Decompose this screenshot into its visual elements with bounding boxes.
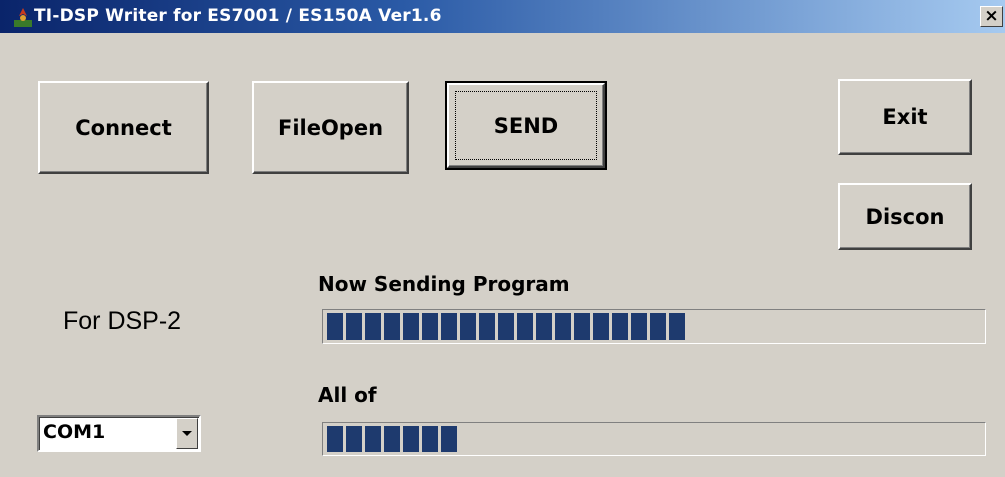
progress-block	[479, 313, 495, 340]
progress-block	[650, 313, 666, 340]
progress-block	[346, 313, 362, 340]
app-icon	[12, 6, 34, 28]
window-title: TI-DSP Writer for ES7001 / ES150A Ver1.6	[34, 6, 442, 26]
progress-block	[536, 313, 552, 340]
send-button[interactable]: SEND	[445, 81, 607, 170]
progress-block	[384, 426, 400, 452]
progress-block	[365, 313, 381, 340]
connect-button[interactable]: Connect	[38, 81, 209, 174]
focus-rectangle	[455, 91, 597, 160]
progress-block	[517, 313, 533, 340]
close-button[interactable]: ×	[980, 6, 1003, 27]
target-dsp-label: For DSP-2	[63, 307, 182, 335]
com-port-value: COM1	[43, 421, 106, 443]
progress-block	[669, 313, 685, 340]
progress-block	[460, 313, 476, 340]
progress-block	[403, 313, 419, 340]
progress-block	[403, 426, 419, 452]
file-open-button-label: FileOpen	[277, 115, 384, 140]
progress-block	[612, 313, 628, 340]
now-sending-label: Now Sending Program	[318, 272, 570, 296]
progress-block	[365, 426, 381, 452]
exit-button[interactable]: Exit	[838, 79, 972, 155]
exit-button-label: Exit	[882, 105, 928, 129]
progress-block	[631, 313, 647, 340]
chevron-down-icon[interactable]	[176, 418, 198, 449]
progress-block	[441, 313, 457, 340]
progress-block	[422, 426, 438, 452]
progress-block	[346, 426, 362, 452]
progress-block	[555, 313, 571, 340]
all-of-label: All of	[318, 383, 377, 407]
file-open-button[interactable]: FileOpen	[252, 81, 409, 174]
title-bar: TI-DSP Writer for ES7001 / ES150A Ver1.6…	[0, 0, 1005, 33]
discon-button-label: Discon	[865, 204, 945, 229]
progress-block	[384, 313, 400, 340]
all-of-progress-bar	[322, 422, 986, 456]
progress-block	[574, 313, 590, 340]
progress-block	[327, 426, 343, 452]
com-port-select[interactable]: COM1	[37, 415, 201, 452]
progress-block	[498, 313, 514, 340]
progress-block	[327, 313, 343, 340]
connect-button-label: Connect	[75, 115, 172, 140]
progress-block	[441, 426, 457, 452]
progress-block	[593, 313, 609, 340]
discon-button[interactable]: Discon	[838, 183, 972, 250]
now-sending-progress-bar	[322, 309, 986, 344]
progress-block	[422, 313, 438, 340]
